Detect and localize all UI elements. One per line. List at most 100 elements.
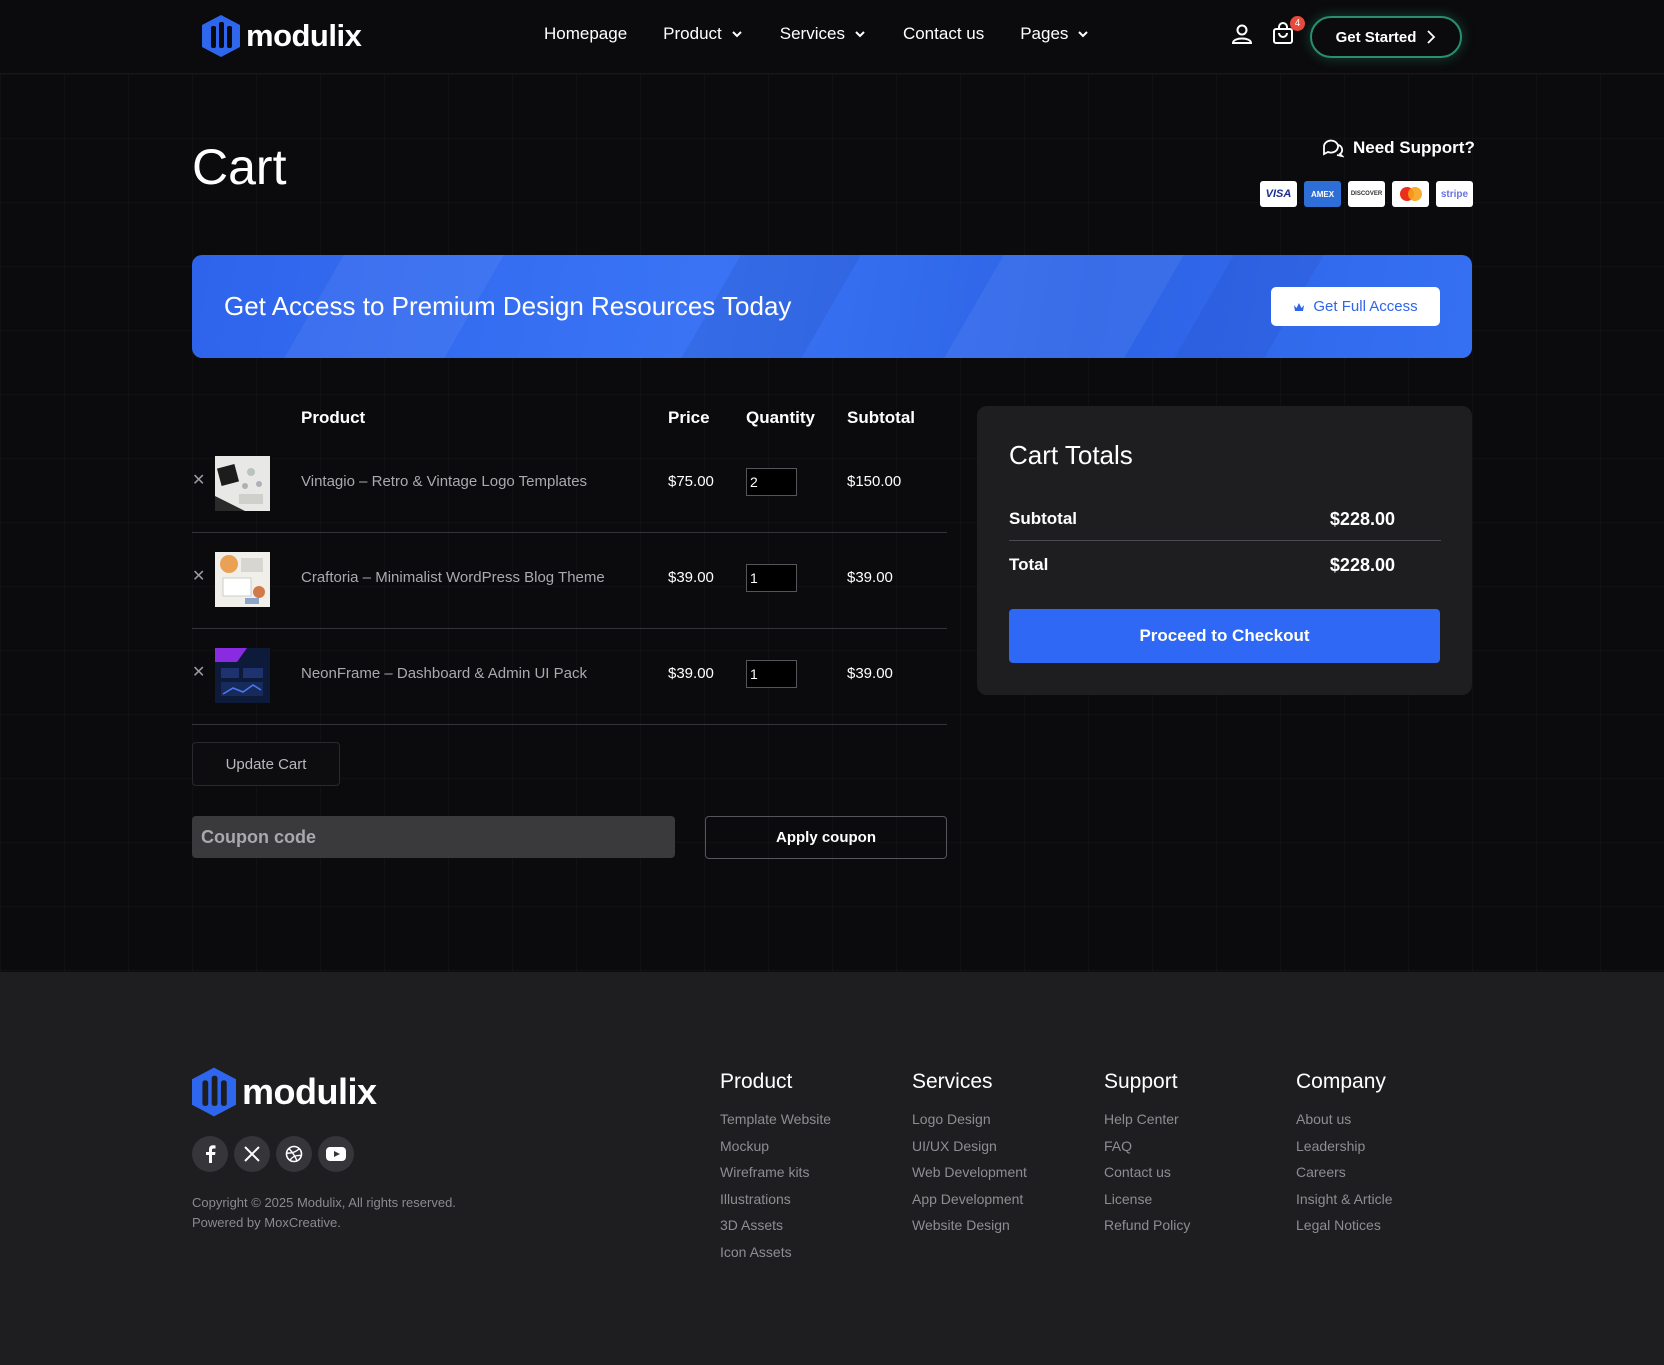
col-header-product: Product [301, 408, 366, 427]
remove-item-button[interactable]: ✕ [192, 569, 206, 585]
footer-col-title: Product [720, 1070, 793, 1093]
get-started-label: Get Started [1335, 28, 1417, 46]
product-thumbnail[interactable] [215, 648, 270, 703]
footer-link[interactable]: App Development [912, 1191, 1027, 1218]
nav-label: Homepage [544, 24, 628, 43]
modulix-logo-icon [202, 15, 240, 57]
footer-link[interactable]: Icon Assets [720, 1244, 831, 1271]
cart-totals-title: Cart Totals [1009, 440, 1133, 470]
footer-link[interactable]: Mockup [720, 1138, 831, 1165]
totals-divider [1009, 540, 1441, 541]
footer-col-title: Services [912, 1070, 993, 1093]
footer-col-product: Product Template Website Mockup Wirefram… [720, 1070, 831, 1271]
remove-item-button[interactable]: ✕ [192, 473, 206, 489]
footer-link[interactable]: About us [1296, 1111, 1393, 1138]
footer-col-company: Company About us Leadership Careers Insi… [1296, 1070, 1393, 1244]
product-thumbnail[interactable] [215, 456, 270, 511]
footer-link[interactable]: Web Development [912, 1164, 1027, 1191]
nav-label: Pages [1020, 24, 1069, 43]
remove-item-button[interactable]: ✕ [192, 665, 206, 681]
facebook-link[interactable] [192, 1136, 228, 1172]
footer-link[interactable]: Leadership [1296, 1138, 1393, 1165]
copyright-line: Copyright © 2025 Modulix, All rights res… [192, 1195, 456, 1210]
footer-link[interactable]: Illustrations [720, 1191, 831, 1218]
col-header-subtotal: Subtotal [847, 408, 915, 427]
coupon-code-input[interactable] [192, 816, 675, 858]
col-header-quantity: Quantity [746, 408, 815, 427]
site-header: modulix Homepage Product Services Contac… [0, 0, 1664, 74]
proceed-to-checkout-button[interactable]: Proceed to Checkout [1009, 609, 1440, 663]
footer-link[interactable]: License [1104, 1191, 1190, 1218]
amex-card-icon: AMEX [1304, 181, 1341, 207]
get-full-access-button[interactable]: Get Full Access [1271, 287, 1440, 326]
x-link[interactable] [234, 1136, 270, 1172]
product-name-link[interactable]: Craftoria – Minimalist WordPress Blog Th… [301, 569, 605, 586]
cart-totals-panel: Cart Totals Subtotal $228.00 Total $228.… [977, 406, 1472, 695]
logo-text: modulix [242, 1071, 377, 1112]
product-thumbnail[interactable] [215, 552, 270, 607]
footer-link[interactable]: Website Design [912, 1217, 1027, 1244]
footer-link[interactable]: Contact us [1104, 1164, 1190, 1191]
youtube-link[interactable] [318, 1136, 354, 1172]
youtube-icon [326, 1147, 346, 1161]
footer-link[interactable]: Help Center [1104, 1111, 1190, 1138]
total-value: $228.00 [1329, 555, 1395, 575]
nav-pages[interactable]: Pages [1020, 24, 1090, 44]
footer-col-title: Support [1104, 1070, 1178, 1093]
cart-button[interactable]: 4 [1271, 16, 1305, 50]
cart-count-badge: 4 [1290, 16, 1305, 31]
nav-product[interactable]: Product [663, 24, 744, 44]
mastercard-icon [1392, 181, 1429, 207]
footer-link[interactable]: Refund Policy [1104, 1217, 1190, 1244]
footer-link[interactable]: UI/UX Design [912, 1138, 1027, 1165]
product-name-link[interactable]: Vintagio – Retro & Vintage Logo Template… [301, 473, 587, 490]
main-nav: Homepage Product Services Contact us Pag… [544, 24, 1090, 44]
nav-contact[interactable]: Contact us [903, 24, 984, 44]
stripe-card-icon: stripe [1436, 181, 1473, 207]
product-subtotal: $39.00 [847, 569, 893, 586]
footer-col-services: Services Logo Design UI/UX Design Web De… [912, 1070, 1027, 1244]
get-started-button[interactable]: Get Started [1310, 16, 1462, 58]
footer-col-title: Company [1296, 1070, 1386, 1093]
footer-col-support: Support Help Center FAQ Contact us Licen… [1104, 1070, 1190, 1244]
footer-link[interactable]: Logo Design [912, 1111, 1027, 1138]
footer-link[interactable]: Wireframe kits [720, 1164, 831, 1191]
footer-link[interactable]: 3D Assets [720, 1217, 831, 1244]
product-name-link[interactable]: NeonFrame – Dashboard & Admin UI Pack [301, 665, 587, 682]
footer-link[interactable]: Legal Notices [1296, 1217, 1393, 1244]
nav-label: Product [663, 24, 722, 43]
quantity-input[interactable] [746, 660, 797, 688]
nav-homepage[interactable]: Homepage [544, 24, 627, 44]
need-support-link[interactable]: Need Support? [1322, 138, 1475, 158]
chat-bubbles-icon [1323, 139, 1344, 158]
nav-services[interactable]: Services [780, 24, 867, 44]
user-icon [1231, 24, 1253, 44]
visa-card-icon: VISA [1260, 181, 1297, 207]
apply-coupon-button[interactable]: Apply coupon [705, 816, 947, 859]
footer-link[interactable]: Insight & Article [1296, 1191, 1393, 1218]
dribbble-link[interactable] [276, 1136, 312, 1172]
footer-link[interactable]: Template Website [720, 1111, 831, 1138]
quantity-input[interactable] [746, 468, 797, 496]
product-price: $39.00 [668, 665, 714, 682]
footer-logo[interactable]: modulix [192, 1067, 377, 1117]
account-button[interactable] [1230, 22, 1258, 50]
powered-by-line: Powered by MoxCreative. [192, 1215, 341, 1230]
chevron-down-icon [1078, 31, 1089, 38]
banner-title: Get Access to Premium Design Resources T… [224, 291, 792, 321]
footer-link[interactable]: Careers [1296, 1164, 1393, 1191]
footer-link[interactable]: FAQ [1104, 1138, 1190, 1165]
total-line: Total $228.00 [1009, 555, 1407, 576]
page-title: Cart [192, 139, 287, 195]
header-logo[interactable]: modulix [202, 15, 362, 57]
quantity-input[interactable] [746, 564, 797, 592]
modulix-logo-icon [192, 1067, 236, 1117]
update-cart-button[interactable]: Update Cart [192, 742, 340, 786]
product-price: $75.00 [668, 473, 714, 490]
dribbble-icon [285, 1145, 303, 1163]
table-row: ✕ Craftoria – Minimalist WordPress Blog … [192, 533, 947, 629]
product-price: $39.00 [668, 569, 714, 586]
get-full-access-label: Get Full Access [1313, 298, 1418, 315]
payment-methods: VISA AMEX DISCOVER stripe [1260, 181, 1473, 207]
crown-icon [1294, 302, 1305, 311]
